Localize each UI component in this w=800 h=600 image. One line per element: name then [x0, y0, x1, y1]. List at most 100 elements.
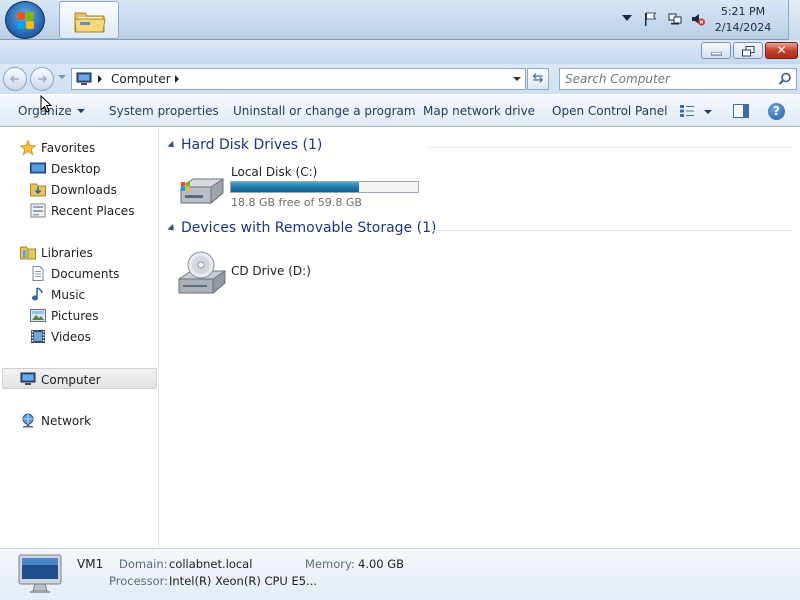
group-hard-disk-drives[interactable]: Hard Disk Drives (1): [167, 137, 792, 157]
nav-downloads[interactable]: Downloads: [0, 179, 159, 200]
refresh-button[interactable]: ⇆: [527, 68, 549, 90]
open-control-panel-button[interactable]: Open Control Panel: [552, 104, 667, 118]
preview-pane-icon[interactable]: [733, 104, 749, 118]
nav-pictures-label: Pictures: [51, 309, 99, 323]
processor-value: Intel(R) Xeon(R) CPU E5...: [169, 574, 318, 588]
hard-drive-icon: [180, 178, 224, 205]
computer-icon: [20, 372, 36, 385]
network-icon[interactable]: [668, 12, 682, 26]
group-divider: [428, 147, 792, 148]
uninstall-program-button[interactable]: Uninstall or change a program: [233, 104, 416, 118]
nav-network-label: Network: [41, 414, 92, 428]
computer-name: VM1: [77, 557, 104, 571]
nav-documents[interactable]: Documents: [0, 263, 159, 284]
address-history-dropdown[interactable]: [513, 77, 521, 81]
map-network-drive-button[interactable]: Map network drive: [423, 104, 535, 118]
nav-videos-label: Videos: [51, 330, 91, 344]
nav-desktop-label: Desktop: [51, 162, 101, 176]
search-box[interactable]: [559, 68, 797, 90]
search-icon[interactable]: [778, 72, 792, 86]
nav-desktop[interactable]: Desktop: [0, 158, 159, 179]
system-tray: 5:21 PM 2/14/2024: [600, 0, 800, 40]
cd-drive-name: CD Drive (D:): [231, 264, 311, 278]
nav-videos[interactable]: Videos: [0, 326, 159, 347]
close-button[interactable]: ✕: [765, 42, 798, 59]
cd-drive-icon: [178, 251, 226, 295]
clock[interactable]: 5:21 PM 2/14/2024: [708, 4, 778, 36]
back-arrow-icon: [9, 75, 19, 83]
search-input[interactable]: [565, 71, 765, 87]
star-icon: [20, 140, 36, 155]
breadcrumb-separator-icon[interactable]: [98, 75, 102, 83]
show-hidden-icons-icon[interactable]: [622, 14, 632, 22]
disk-usage-fill: [231, 182, 360, 192]
recent-places-icon: [30, 203, 46, 218]
more-views-dropdown[interactable]: [704, 110, 712, 114]
forward-button[interactable]: [30, 67, 54, 91]
downloads-folder-icon: [30, 183, 46, 197]
taskbar-explorer-button[interactable]: [59, 1, 119, 39]
nav-music-label: Music: [51, 288, 86, 302]
breadcrumb-computer[interactable]: Computer: [111, 72, 171, 86]
volume-muted-icon[interactable]: [691, 12, 705, 26]
domain-value: collabnet.local: [169, 557, 253, 571]
nav-documents-label: Documents: [51, 267, 120, 281]
computer-monitor-icon: [18, 554, 62, 593]
network-globe-icon: [22, 413, 34, 428]
start-button[interactable]: [5, 1, 45, 39]
show-desktop-button[interactable]: [788, 0, 800, 40]
videos-film-icon: [31, 330, 45, 343]
mouse-cursor-icon: [40, 95, 52, 113]
restore-button[interactable]: [733, 42, 763, 59]
collapse-group-icon[interactable]: [167, 223, 177, 234]
nav-favorites[interactable]: Favorites: [0, 137, 159, 158]
command-bar: Organize System properties Uninstall or …: [0, 94, 800, 127]
memory-value: 4.00 GB: [358, 557, 405, 571]
breadcrumb-child-chevron-icon[interactable]: [175, 75, 179, 83]
group-title-hard-disk-drives: Hard Disk Drives (1): [181, 137, 323, 153]
group-removable-storage[interactable]: Devices with Removable Storage (1): [167, 220, 792, 240]
nav-libraries-label: Libraries: [41, 246, 93, 260]
recent-pages-dropdown[interactable]: [58, 75, 66, 79]
chevron-down-icon: [76, 109, 85, 113]
local-disk-name: Local Disk (C:): [231, 165, 318, 179]
pictures-icon: [30, 309, 46, 322]
change-view-icon[interactable]: [679, 104, 695, 118]
restore-icon: [742, 46, 755, 57]
domain-label: Domain:: [119, 557, 168, 571]
window-titlebar[interactable]: ✕: [0, 40, 800, 64]
address-bar[interactable]: Computer: [71, 68, 526, 90]
close-icon: ✕: [776, 43, 787, 57]
documents-icon: [32, 266, 44, 281]
clock-date: 2/14/2024: [714, 21, 772, 34]
content-area: Hard Disk Drives (1) Local Disk (C:) 18.…: [160, 127, 800, 548]
nav-recent-places[interactable]: Recent Places: [0, 200, 159, 221]
desktop-icon: [30, 162, 46, 174]
collapse-group-icon[interactable]: [167, 140, 177, 151]
music-note-icon: [32, 287, 43, 301]
taskbar: 5:21 PM 2/14/2024: [0, 0, 800, 40]
group-divider: [428, 230, 792, 231]
group-title-removable-storage: Devices with Removable Storage (1): [181, 220, 437, 236]
disk-usage-bar: [230, 181, 419, 193]
nav-network[interactable]: Network: [0, 410, 159, 431]
nav-libraries[interactable]: Libraries: [0, 242, 159, 263]
details-pane: VM1 Domain: collabnet.local Memory: 4.00…: [0, 548, 800, 600]
back-button[interactable]: [3, 67, 27, 91]
memory-label: Memory:: [305, 557, 355, 571]
windows-logo-icon: [17, 12, 35, 30]
minimize-button[interactable]: [701, 42, 731, 59]
nav-pictures[interactable]: Pictures: [0, 305, 159, 326]
nav-computer[interactable]: Computer: [2, 368, 157, 389]
navigation-pane: Favorites Desktop Downloads Recent Place…: [0, 127, 159, 548]
system-properties-button[interactable]: System properties: [109, 104, 219, 118]
nav-music[interactable]: Music: [0, 284, 159, 305]
computer-icon: [76, 72, 92, 85]
local-disk-free-space: 18.8 GB free of 59.8 GB: [231, 196, 362, 209]
navigation-bar: Computer ⇆: [0, 64, 800, 94]
processor-label: Processor:: [109, 574, 169, 588]
forward-arrow-icon: [38, 75, 48, 83]
libraries-icon: [20, 246, 36, 260]
action-center-flag-icon[interactable]: [644, 12, 658, 26]
help-icon[interactable]: ?: [768, 103, 785, 120]
